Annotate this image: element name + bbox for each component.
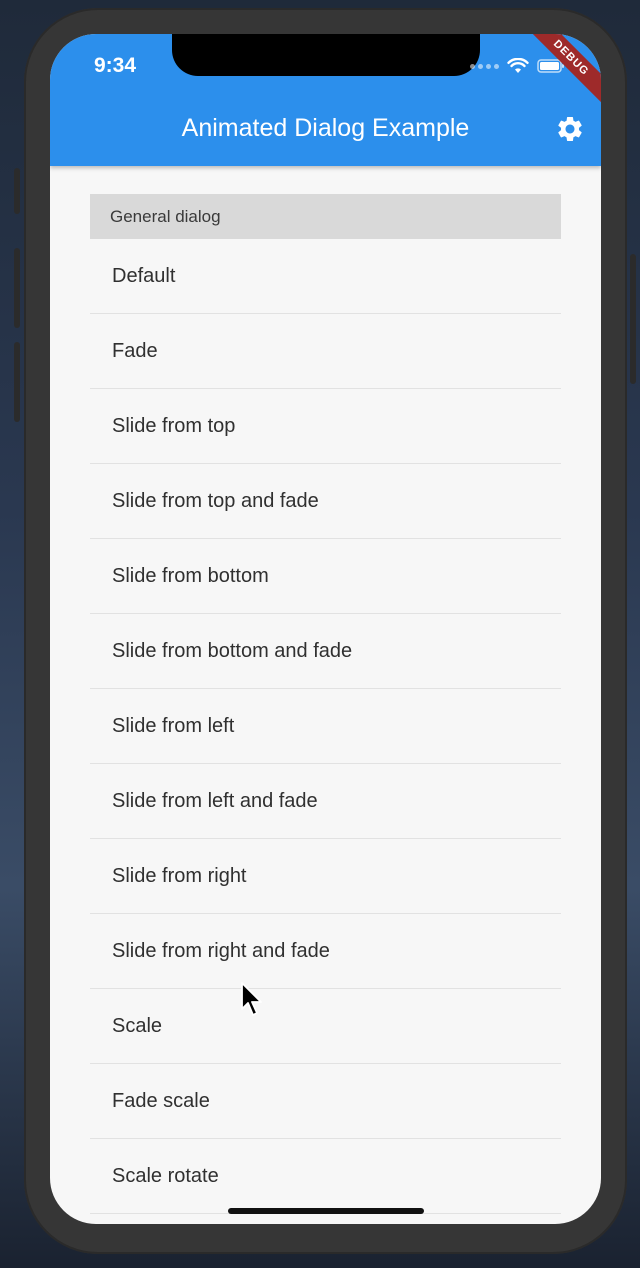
page-title: Animated Dialog Example — [181, 114, 470, 142]
list-item-scale[interactable]: Scale — [90, 989, 561, 1064]
app-bar: 9:34 Animated Dialog Example DEBUG — [50, 34, 601, 166]
dialog-list: General dialog Default Fade Slide from t… — [90, 194, 561, 1214]
power-button — [630, 254, 636, 384]
mouse-pointer-icon — [241, 982, 262, 1016]
status-icons — [470, 58, 565, 74]
list-item-slide-from-right[interactable]: Slide from right — [90, 839, 561, 914]
home-indicator[interactable] — [228, 1208, 424, 1214]
section-header-general-dialog: General dialog — [90, 194, 561, 239]
list-item-slide-from-bottom-and-fade[interactable]: Slide from bottom and fade — [90, 614, 561, 689]
list-item-scale-rotate[interactable]: Scale rotate — [90, 1139, 561, 1214]
wifi-icon — [507, 58, 529, 73]
list-item-fade[interactable]: Fade — [90, 314, 561, 389]
status-time: 9:34 — [94, 54, 137, 77]
list-item-slide-from-left[interactable]: Slide from left — [90, 689, 561, 764]
list-item-slide-from-bottom[interactable]: Slide from bottom — [90, 539, 561, 614]
phone-screen: 9:34 Animated Dialog Example DEBUG Gener… — [50, 34, 601, 1224]
gear-icon[interactable] — [555, 114, 585, 144]
list-item-default[interactable]: Default — [90, 239, 561, 314]
volume-up-button — [14, 248, 20, 328]
list-item-fade-scale[interactable]: Fade scale — [90, 1064, 561, 1139]
signal-icon — [470, 63, 499, 69]
list-item-slide-from-left-and-fade[interactable]: Slide from left and fade — [90, 764, 561, 839]
notch — [172, 34, 480, 76]
list-item-slide-from-right-and-fade[interactable]: Slide from right and fade — [90, 914, 561, 989]
mute-switch — [14, 168, 20, 214]
list-item-slide-from-top[interactable]: Slide from top — [90, 389, 561, 464]
volume-down-button — [14, 342, 20, 422]
list-item-slide-from-top-and-fade[interactable]: Slide from top and fade — [90, 464, 561, 539]
